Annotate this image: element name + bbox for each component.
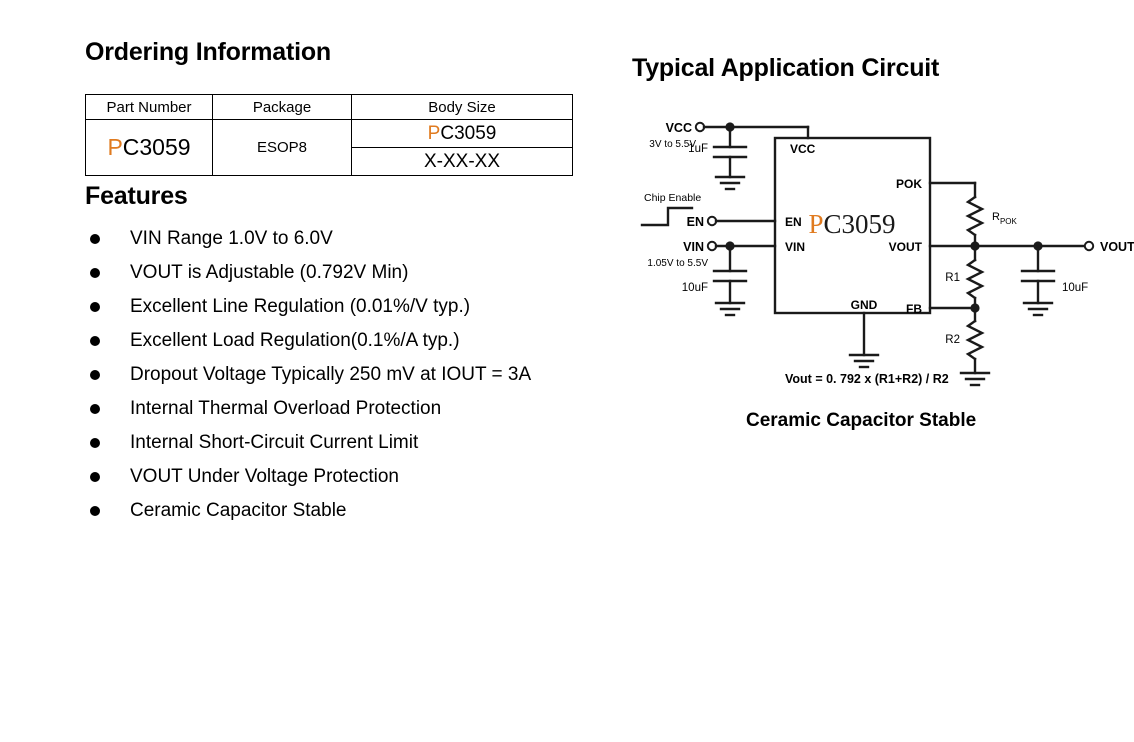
label-vout-terminal: VOUT: [1100, 240, 1134, 254]
column-header-part-number: Part Number: [85, 94, 213, 120]
table-header-row: Part Number Package Body Size: [85, 94, 573, 120]
label-vin-range: 1.05V to 5.5V: [647, 258, 708, 269]
label-vin-terminal: VIN: [683, 240, 704, 254]
label-vcc-terminal: VCC: [666, 121, 692, 135]
label-cap-10uf-output: 10uF: [1062, 282, 1088, 294]
feature-text: Internal Thermal Overload Protection: [130, 398, 442, 419]
bullet-icon: [90, 234, 100, 244]
vout-terminal-circle: [1083, 240, 1095, 252]
cell-package: ESOP8: [212, 119, 352, 176]
list-item: Excellent Line Regulation (0.01%/V typ.): [85, 290, 625, 324]
feature-text: Internal Short-Circuit Current Limit: [130, 432, 419, 453]
chip-enable-step-waveform: [640, 206, 694, 227]
list-item: Internal Short-Circuit Current Limit: [85, 426, 625, 460]
features-list: VIN Range 1.0V to 6.0V VOUT is Adjustabl…: [85, 222, 625, 528]
label-resistor-r2: R2: [945, 334, 960, 346]
list-item: Excellent Load Regulation(0.1%/A typ.): [85, 324, 625, 358]
column-header-package: Package: [212, 94, 352, 120]
typical-application-circuit-title: Typical Application Circuit: [632, 54, 940, 82]
part-number-accent-letter: P: [107, 134, 123, 160]
feature-text: Excellent Load Regulation(0.1%/A typ.): [130, 330, 460, 351]
ic-chip-label: PC3059: [808, 209, 895, 239]
table-row: PC3059 ESOP8 PC3059: [85, 119, 573, 176]
feature-text: Excellent Line Regulation (0.01%/V typ.): [130, 296, 471, 317]
features-title: Features: [85, 182, 188, 210]
cell-part-number: PC3059: [85, 119, 213, 176]
ordering-information-table: Part Number Package Body Size PC3059 ESO…: [85, 94, 573, 176]
label-cap-1uf: 1uF: [688, 143, 708, 155]
resistor-r2-zigzag: [965, 319, 985, 361]
part-number-rest: C3059: [122, 134, 191, 160]
resistor-rpok-zigzag: [965, 195, 985, 237]
list-item: VIN Range 1.0V to 6.0V: [85, 222, 625, 256]
pin-label-vout: VOUT: [889, 240, 923, 254]
bullet-icon: [90, 302, 100, 312]
body-size-rest: C3059: [440, 122, 497, 144]
pin-label-pok: POK: [896, 177, 922, 191]
feature-text: Dropout Voltage Typically 250 mV at IOUT…: [130, 364, 532, 385]
list-item: Internal Thermal Overload Protection: [85, 392, 625, 426]
pin-label-vin: VIN: [785, 240, 805, 254]
bullet-icon: [90, 506, 100, 516]
pin-label-fb: FB: [906, 302, 922, 316]
label-cap-10uf-input: 10uF: [682, 282, 708, 294]
list-item: Ceramic Capacitor Stable: [85, 494, 625, 528]
label-resistor-rpok: RPOK: [992, 211, 1018, 226]
feature-text: VOUT is Adjustable (0.792V Min): [130, 262, 409, 283]
pin-label-gnd: GND: [851, 298, 878, 312]
cell-body-size-line2: X-XX-XX: [351, 147, 573, 176]
label-resistor-r1: R1: [945, 272, 960, 284]
pin-label-vcc: VCC: [790, 142, 816, 156]
bullet-icon: [90, 472, 100, 482]
label-en-terminal: EN: [687, 215, 704, 229]
bullet-icon: [90, 404, 100, 414]
body-size-accent-letter: P: [427, 122, 441, 144]
bullet-icon: [90, 336, 100, 346]
feature-text: VIN Range 1.0V to 6.0V: [130, 228, 333, 249]
feature-text: VOUT Under Voltage Protection: [130, 466, 399, 487]
pin-label-en: EN: [785, 215, 802, 229]
output-voltage-formula: Vout = 0. 792 x (R1+R2) / R2: [785, 372, 949, 386]
list-item: VOUT Under Voltage Protection: [85, 460, 625, 494]
column-header-body-size: Body Size: [351, 94, 573, 120]
cell-body-size-line1: PC3059: [351, 119, 573, 148]
list-item: VOUT is Adjustable (0.792V Min): [85, 256, 625, 290]
bullet-icon: [90, 438, 100, 448]
label-chip-enable: Chip Enable: [644, 192, 701, 204]
ordering-information-title: Ordering Information: [85, 38, 332, 66]
resistor-r1-zigzag: [965, 258, 985, 300]
application-circuit-diagram: VCC 3V to 5.5V Chip Enable EN VIN 1.05V …: [630, 105, 1134, 405]
bullet-icon: [90, 370, 100, 380]
list-item: Dropout Voltage Typically 250 mV at IOUT…: [85, 358, 625, 392]
circuit-caption: Ceramic Capacitor Stable: [746, 410, 977, 431]
feature-text: Ceramic Capacitor Stable: [130, 500, 347, 521]
bullet-icon: [90, 268, 100, 278]
